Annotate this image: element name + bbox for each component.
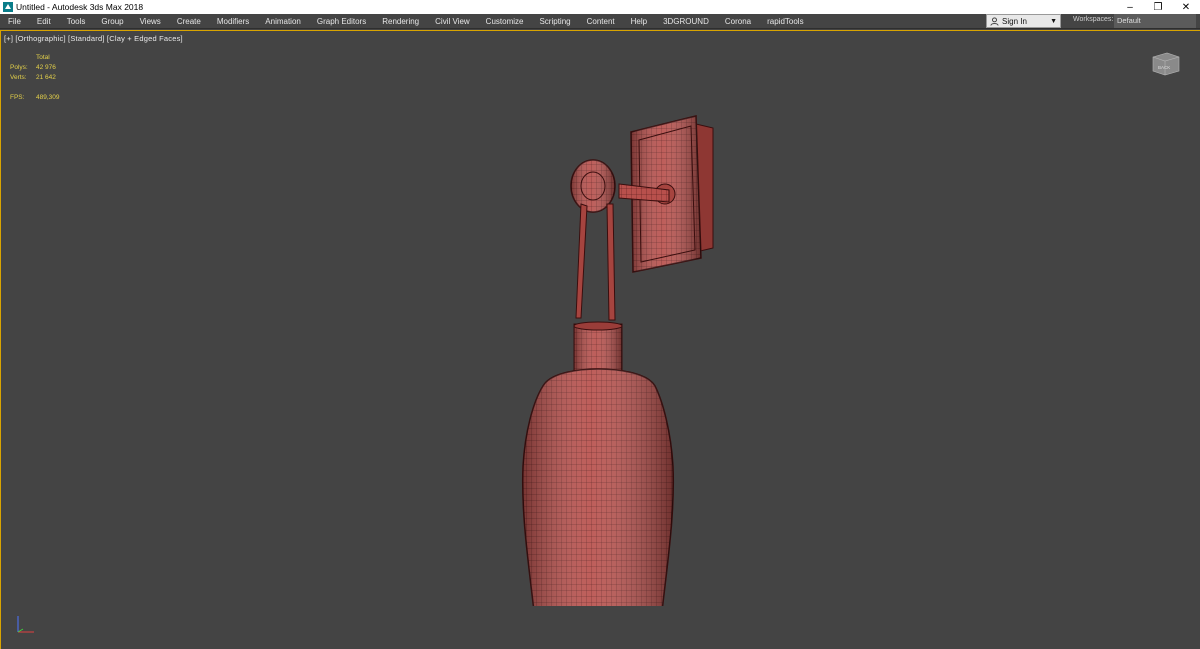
- wall-lamp-model[interactable]: [501, 86, 721, 606]
- fps-label: FPS:: [10, 94, 25, 101]
- menu-animation[interactable]: Animation: [257, 14, 309, 29]
- viewcube-label: BACK: [1158, 65, 1170, 70]
- minimize-icon: –: [1127, 1, 1133, 13]
- menu-customize[interactable]: Customize: [478, 14, 532, 29]
- window-title: Untitled - Autodesk 3ds Max 2018: [16, 2, 144, 12]
- viewcube-icon[interactable]: BACK: [1145, 51, 1183, 77]
- stats-header: Total: [36, 54, 50, 61]
- restore-icon: ❐: [1153, 1, 1163, 13]
- menu-file[interactable]: File: [0, 14, 29, 29]
- menu-content[interactable]: Content: [579, 14, 623, 29]
- menu-corona[interactable]: Corona: [717, 14, 759, 29]
- viewport[interactable]: [+] [Orthographic] [Standard] [Clay + Ed…: [0, 30, 1200, 649]
- menu-3dground[interactable]: 3DGROUND: [655, 14, 717, 29]
- menu-help[interactable]: Help: [623, 14, 655, 29]
- window-controls: – ❐ ✕: [1116, 0, 1200, 14]
- menu-civil-view[interactable]: Civil View: [427, 14, 478, 29]
- menu-rapidtools[interactable]: rapidTools: [759, 14, 811, 29]
- menu-create[interactable]: Create: [169, 14, 209, 29]
- menu-edit[interactable]: Edit: [29, 14, 59, 29]
- chevron-down-icon: ▼: [1050, 18, 1057, 25]
- minimize-button[interactable]: –: [1116, 0, 1144, 14]
- menu-rendering[interactable]: Rendering: [374, 14, 427, 29]
- sign-in-label: Sign In: [1002, 16, 1027, 26]
- verts-value: 21 642: [36, 74, 56, 81]
- close-icon: ✕: [1181, 1, 1191, 13]
- neck: [573, 321, 623, 373]
- polys-value: 42 976: [36, 64, 56, 71]
- menu-scripting[interactable]: Scripting: [531, 14, 578, 29]
- title-bar: Untitled - Autodesk 3ds Max 2018 – ❐ ✕: [0, 0, 1200, 14]
- menu-graph-editors[interactable]: Graph Editors: [309, 14, 374, 29]
- menu-tools[interactable]: Tools: [59, 14, 94, 29]
- menu-group[interactable]: Group: [93, 14, 131, 29]
- workspaces-label: Workspaces:: [1073, 16, 1114, 23]
- menu-modifiers[interactable]: Modifiers: [209, 14, 257, 29]
- viewport-statistics: Total Polys: 42 976 Verts: 21 642 FPS: 489,…: [10, 53, 60, 103]
- viewport-label[interactable]: [+] [Orthographic] [Standard] [Clay + Ed…: [4, 34, 183, 43]
- fps-value: 489,309: [36, 94, 60, 101]
- rods: [575, 203, 616, 321]
- verts-label: Verts:: [10, 74, 27, 81]
- workspaces-select[interactable]: Default: [1114, 14, 1196, 28]
- sign-in-dropdown[interactable]: Sign In ▼: [986, 14, 1061, 28]
- menu-views[interactable]: Views: [132, 14, 169, 29]
- axis-tripod-icon: [17, 616, 34, 633]
- polys-label: Polys:: [10, 64, 28, 71]
- lamp-shade: [521, 368, 675, 606]
- user-icon: [990, 16, 999, 26]
- close-button[interactable]: ✕: [1172, 0, 1200, 14]
- restore-button[interactable]: ❐: [1144, 0, 1172, 14]
- app-icon: [3, 2, 13, 12]
